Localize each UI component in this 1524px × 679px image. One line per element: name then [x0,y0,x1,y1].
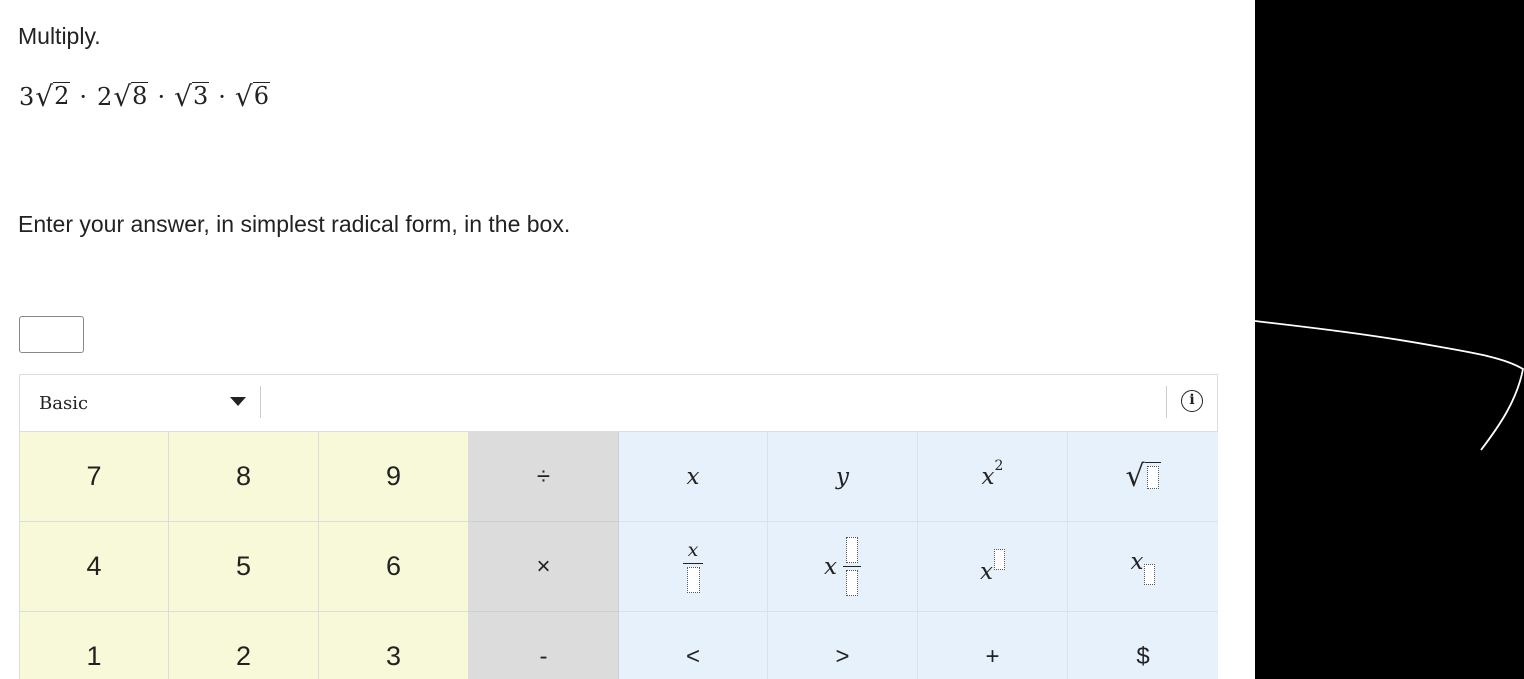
info-icon[interactable]: i [1181,390,1203,412]
term-coefficient: 3 [19,82,35,111]
keypad-mode-dropdown[interactable]: Basic [20,375,260,431]
math-expression: 3 √ 2 · 2 √ 8 · √ 3 · √ 6 [18,82,270,111]
radical: √ 3 [174,79,210,113]
keypad-header: Basic i [20,375,1217,432]
key-divide[interactable]: ÷ [469,432,619,522]
radical: √ 6 [234,79,270,113]
key-5[interactable]: 5 [169,522,319,612]
key-minus[interactable]: - [469,612,619,679]
radicand: 2 [53,82,71,110]
key-fraction[interactable]: x [619,522,768,612]
subscript-icon: x [1131,549,1156,585]
key-subscript[interactable]: x [1068,522,1218,612]
key-less-than[interactable]: < [619,612,768,679]
key-1[interactable]: 1 [20,612,169,679]
key-3[interactable]: 3 [319,612,469,679]
key-y[interactable]: y [768,432,918,522]
key-dollar[interactable]: $ [1068,612,1218,679]
key-square-root[interactable]: √ [1068,432,1218,522]
question-panel: Multiply. 3 √ 2 · 2 √ 8 · √ 3 · √ 6 Enter yo… [0,0,1255,679]
scribble-mark [1255,320,1524,451]
instruction-text: Multiply. [18,23,101,49]
keypad-mode-label: Basic [39,392,89,414]
radicand: 8 [131,82,149,110]
key-exponent[interactable]: x [918,522,1068,612]
term-coefficient: 2 [97,82,113,111]
key-x-squared-exponent: 2 [994,457,1004,474]
mixed-number-icon: x [824,537,861,596]
exponent-icon: x [980,548,1005,585]
key-greater-than[interactable]: > [768,612,918,679]
header-divider [1166,386,1167,418]
square-root-icon: √ [1125,461,1161,492]
answer-input[interactable] [19,316,84,353]
key-mixed-number[interactable]: x [768,522,918,612]
key-6[interactable]: 6 [319,522,469,612]
key-plus[interactable]: + [918,612,1068,679]
multiply-dot: · [79,82,88,111]
key-2[interactable]: 2 [169,612,319,679]
keypad-grid: 7 8 9 ÷ x y x2 √ 4 5 6 × x x x x 1 2 3 -… [20,432,1218,679]
radicand: 6 [252,82,270,110]
math-keypad: Basic i 7 8 9 ÷ x y x2 √ 4 5 6 × x x x x… [19,374,1218,679]
key-7[interactable]: 7 [20,432,169,522]
key-8[interactable]: 8 [169,432,319,522]
header-divider [260,386,261,418]
caret-down-icon [230,397,246,406]
fraction-icon: x [683,539,703,594]
key-y-label: y [836,463,849,490]
radical: √ 8 [113,79,149,113]
answer-prompt: Enter your answer, in simplest radical f… [18,211,571,237]
multiply-dot: · [218,82,226,111]
key-x[interactable]: x [619,432,768,522]
radical: √ 2 [35,79,71,113]
key-9[interactable]: 9 [319,432,469,522]
radicand: 3 [191,82,210,110]
key-x-squared-base: x [981,463,995,490]
key-x-label: x [686,463,700,490]
key-x-squared[interactable]: x2 [918,432,1068,522]
black-side-panel [1255,0,1524,679]
key-4[interactable]: 4 [20,522,169,612]
key-multiply[interactable]: × [469,522,619,612]
multiply-dot: · [157,82,166,111]
